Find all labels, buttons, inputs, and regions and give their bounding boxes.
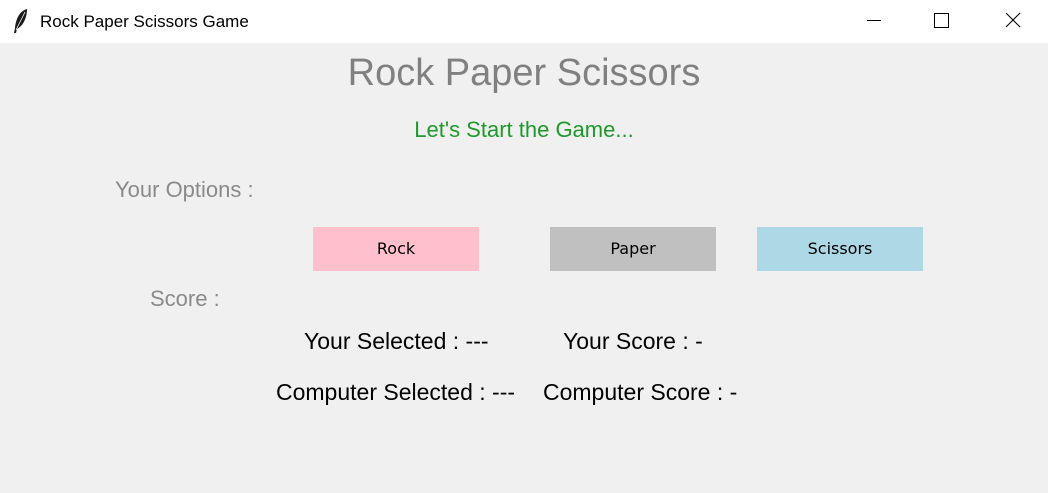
app-window: Rock Paper Scissors Game Rock Paper Scis… [0, 0, 1048, 493]
close-button[interactable] [989, 0, 1035, 43]
maximize-button[interactable] [918, 0, 964, 43]
minimize-button[interactable] [851, 0, 897, 43]
game-heading: Rock Paper Scissors [347, 52, 701, 94]
your-selected-text: Your Selected : --- [304, 328, 489, 354]
options-label: Your Options : [115, 177, 254, 202]
your-score-text: Your Score : - [563, 328, 703, 354]
paper-button[interactable]: Paper [550, 227, 716, 271]
window-title: Rock Paper Scissors Game [40, 12, 249, 31]
score-label: Score : [150, 286, 220, 311]
computer-selected-text: Computer Selected : --- [276, 379, 516, 405]
rock-button[interactable]: Rock [313, 227, 479, 271]
feather-icon [12, 8, 30, 34]
game-status-message: Let's Start the Game... [414, 117, 634, 142]
scissors-button[interactable]: Scissors [757, 227, 923, 271]
computer-score-text: Computer Score : - [543, 379, 738, 405]
title-bar[interactable]: Rock Paper Scissors Game [0, 0, 1048, 43]
